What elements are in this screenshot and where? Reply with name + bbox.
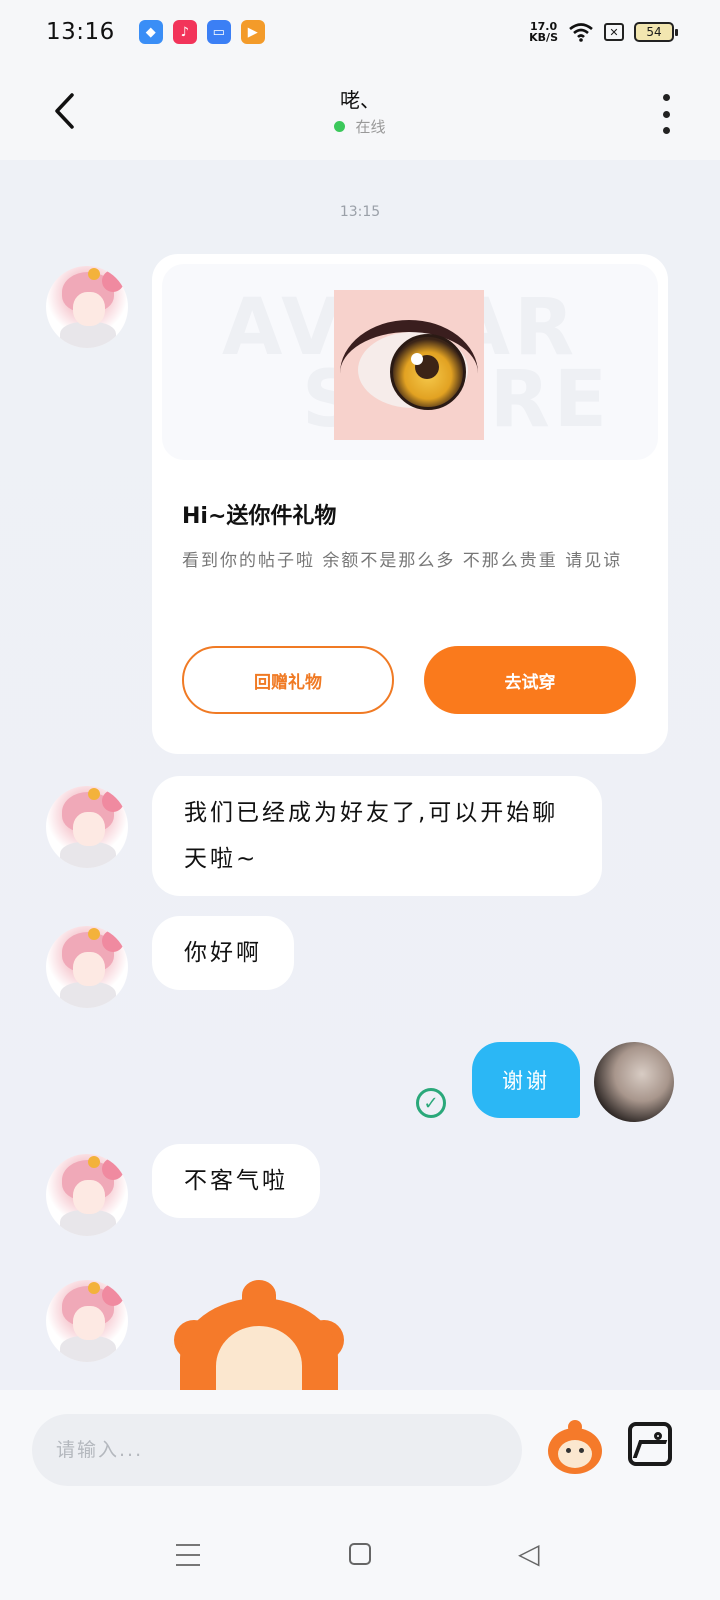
online-dot-icon [334,121,346,132]
message-input[interactable] [56,1439,522,1461]
more-options-button[interactable] [656,94,676,134]
chat-message-list[interactable]: 13:15 AVATAR STORE Hi~送你件礼物 看到你的帖子啦 余额不是… [0,160,720,1390]
read-check-icon: ✓ [416,1088,446,1118]
home-button[interactable] [349,1543,371,1565]
return-gift-button[interactable]: 回赠礼物 [182,646,394,714]
contact-avatar[interactable] [46,266,128,348]
online-indicator: 在线 [0,116,720,137]
video-icon: ▶ [240,20,265,44]
status-indicators: 17.0 KB/S ✕ 54 [529,21,678,43]
dot-icon [662,94,670,101]
image-icon [654,1432,662,1440]
status-time: 13:16 [46,19,115,45]
dot-icon [662,127,670,134]
dot-icon [662,110,670,118]
gift-card[interactable]: AVATAR STORE Hi~送你件礼物 看到你的帖子啦 余额不是那么多 不那… [152,254,668,754]
sticker-button[interactable] [546,1420,604,1478]
network-speed: 17.0 KB/S [529,21,558,43]
try-on-button[interactable]: 去试穿 [424,646,636,714]
no-sim-icon: ✕ [604,23,624,41]
my-avatar[interactable] [594,1042,674,1122]
message-bubble-in[interactable]: 我们已经成为好友了,可以开始聊天啦~ [152,776,602,896]
tv-icon: ▭ [206,20,231,44]
system-nav-bar: ◁ [0,1500,720,1600]
gift-eye-image [334,290,484,440]
contact-avatar[interactable] [46,786,128,868]
message-bubble-out[interactable]: 谢谢 [472,1042,580,1118]
music-icon: ♪ [172,20,197,44]
contact-avatar[interactable] [46,926,128,1008]
gift-title: Hi~送你件礼物 [182,504,337,529]
status-bar: 13:16 ◆ ♪ ▭ ▶ 17.0 KB/S ✕ 54 [0,0,720,64]
contact-avatar[interactable] [46,1280,128,1362]
online-status-label: 在线 [355,118,386,136]
gift-description: 看到你的帖子啦 余额不是那么多 不那么贵重 请见谅 [182,551,623,571]
status-app-icons: ◆ ♪ ▭ ▶ [138,20,265,44]
browser-icon: ◆ [138,20,163,44]
message-input-bar [0,1390,720,1500]
back-nav-button[interactable]: ◁ [518,1540,540,1568]
wifi-icon [569,23,593,42]
battery-icon: 54 [634,22,678,42]
message-bubble-in[interactable]: 你好啊 [152,916,294,990]
contact-name[interactable]: 咾、 [0,84,720,113]
recent-apps-button[interactable] [176,1544,200,1566]
image-picker-button[interactable] [628,1422,672,1466]
message-input-container[interactable] [32,1414,522,1486]
network-speed-unit: KB/S [529,31,558,44]
sticker-message[interactable] [174,1280,344,1390]
message-bubble-in[interactable]: 不客气啦 [152,1144,320,1218]
gift-preview: AVATAR STORE [162,264,658,460]
chat-header: 咾、 在线 [0,64,720,160]
contact-avatar[interactable] [46,1154,128,1236]
message-timestamp: 13:15 [339,204,381,220]
